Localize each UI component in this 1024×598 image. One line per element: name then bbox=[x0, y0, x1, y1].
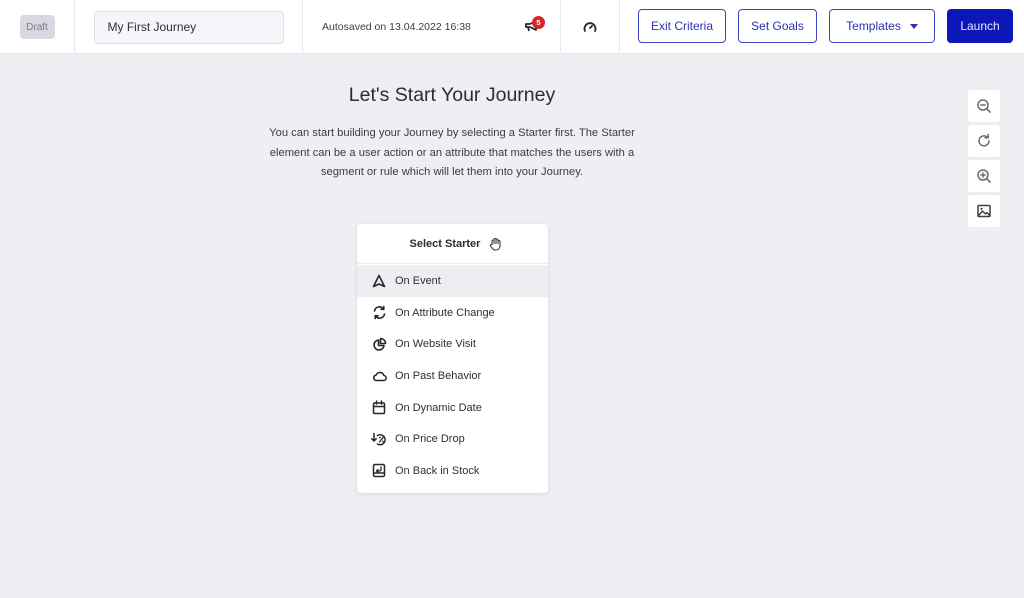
image-icon bbox=[977, 204, 991, 218]
starter-item-on-past-behavior[interactable]: On Past Behavior bbox=[357, 360, 548, 392]
card-title: Select Starter bbox=[409, 237, 481, 250]
starter-item-on-website-visit[interactable]: On Website Visit bbox=[357, 328, 548, 360]
speed-cell bbox=[561, 0, 620, 54]
starter-item-on-attribute-change[interactable]: On Attribute Change bbox=[357, 297, 548, 329]
select-starter-card: Select Starter On Event On Attribute Cha… bbox=[357, 224, 548, 493]
price-drop-icon bbox=[371, 431, 387, 447]
starter-list: On Event On Attribute Change On Website … bbox=[357, 264, 548, 487]
starter-item-label: On Dynamic Date bbox=[395, 401, 482, 414]
hand-icon bbox=[490, 237, 502, 251]
cloud-icon bbox=[371, 368, 387, 384]
caret-down-icon bbox=[909, 23, 918, 29]
pie-chart-icon bbox=[371, 336, 387, 352]
status-cell: Draft bbox=[0, 0, 75, 54]
zoom-in-button[interactable] bbox=[968, 160, 1000, 192]
starter-item-label: On Attribute Change bbox=[395, 306, 495, 319]
reset-view-button[interactable] bbox=[968, 125, 1000, 157]
notifications-button[interactable]: 5 bbox=[523, 14, 547, 38]
templates-label: Templates bbox=[846, 19, 901, 33]
zoom-out-icon bbox=[977, 99, 991, 113]
autosave-status: Autosaved on 13.04.2022 16:38 bbox=[322, 21, 471, 33]
autosave-cell: Autosaved on 13.04.2022 16:38 5 bbox=[303, 0, 561, 54]
launch-button[interactable]: Launch bbox=[947, 9, 1013, 43]
set-goals-button[interactable]: Set Goals bbox=[738, 9, 817, 43]
starter-item-on-price-drop[interactable]: On Price Drop bbox=[357, 423, 548, 455]
navigation-arrow-icon bbox=[371, 273, 387, 289]
refresh-icon bbox=[978, 133, 990, 147]
gauge-icon[interactable] bbox=[583, 21, 597, 33]
page-title: Let's Start Your Journey bbox=[348, 84, 556, 106]
journey-name-cell bbox=[75, 0, 303, 54]
starter-item-label: On Event bbox=[395, 274, 441, 287]
starter-item-on-back-in-stock[interactable]: On Back in Stock bbox=[357, 455, 548, 487]
starter-item-on-event[interactable]: On Event bbox=[357, 265, 548, 297]
card-header: Select Starter bbox=[357, 224, 548, 264]
top-bar: Draft Autosaved on 13.04.2022 16:38 5 Ex… bbox=[0, 0, 1024, 54]
export-image-button[interactable] bbox=[968, 195, 1000, 227]
starter-item-label: On Price Drop bbox=[395, 433, 465, 446]
calendar-icon bbox=[371, 400, 387, 416]
refresh-icon bbox=[371, 305, 387, 321]
zoom-in-icon bbox=[977, 169, 991, 183]
journey-name-input[interactable] bbox=[93, 10, 284, 44]
page-description: You can start building your Journey by s… bbox=[269, 127, 635, 178]
zoom-out-button[interactable] bbox=[968, 90, 1000, 122]
starter-item-label: On Past Behavior bbox=[395, 369, 482, 382]
templates-dropdown[interactable]: Templates bbox=[829, 9, 935, 43]
back-in-stock-icon bbox=[371, 463, 387, 479]
notification-count-badge: 5 bbox=[532, 16, 545, 29]
exit-criteria-button[interactable]: Exit Criteria bbox=[638, 9, 726, 43]
starter-item-label: On Website Visit bbox=[395, 338, 476, 351]
status-badge: Draft bbox=[19, 15, 55, 39]
starter-item-label: On Back in Stock bbox=[395, 464, 480, 477]
starter-item-on-dynamic-date[interactable]: On Dynamic Date bbox=[357, 392, 548, 424]
